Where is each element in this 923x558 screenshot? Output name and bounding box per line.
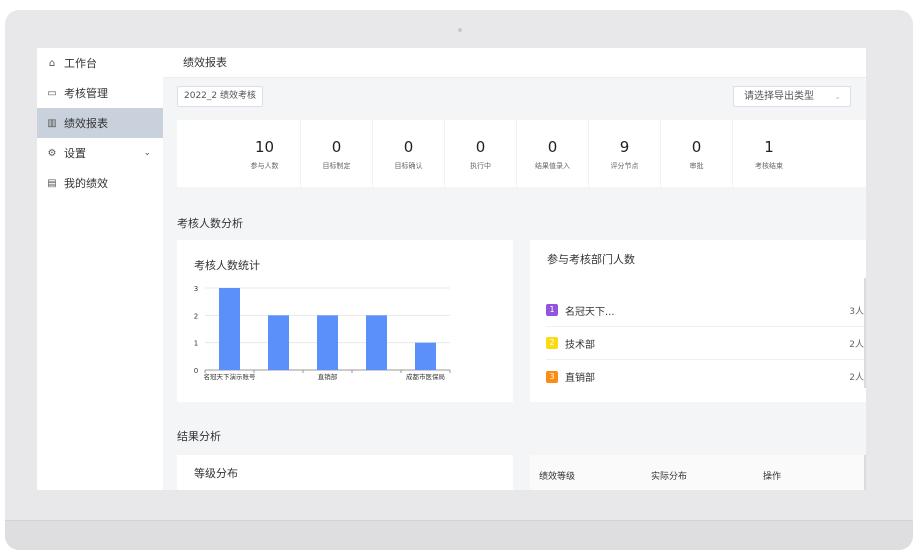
- sidebar-item-label: 考核管理: [64, 87, 108, 100]
- stat-value: 0: [691, 138, 702, 156]
- performance-icon: ▤: [47, 177, 57, 189]
- stat-label: 结果值录入: [535, 162, 570, 170]
- stat-label: 考核结束: [755, 162, 783, 170]
- grade-card-title: 等级分布: [194, 467, 238, 480]
- table-header-action: 操作: [763, 472, 782, 482]
- grade-distribution-card: 等级分布: [177, 455, 513, 490]
- list-item[interactable]: 1 名冠天下... 3人: [546, 294, 864, 327]
- sidebar-item-assessment[interactable]: ▭ 考核管理: [37, 78, 163, 108]
- list-item[interactable]: 2 技术部 2人: [546, 327, 864, 360]
- stat-participants[interactable]: 10 参与人数: [229, 120, 301, 187]
- scrollbar[interactable]: [864, 278, 866, 388]
- stat-label: 目标确认: [394, 162, 423, 170]
- app-screen: ⌂ 工作台 ▭ 考核管理 ▥ 绩效报表 ⚙ 设置 ⌄ ▤ 我的绩效 绩效报表 2…: [37, 48, 866, 490]
- sidebar-item-label: 绩效报表: [64, 117, 108, 130]
- analysis-section-title: 考核人数分析: [177, 217, 243, 230]
- dept-name: 技术部: [565, 339, 595, 351]
- stat-approval[interactable]: 0 审批: [661, 120, 733, 187]
- headcount-chart-card: 考核人数统计 0 1 2 3 名冠天下演示账号 直销部 成都市医保局: [177, 240, 513, 402]
- department-card: 参与考核部门人数 1 名冠天下... 3人 2 技术部 2人 3 直销部 2人: [530, 240, 866, 402]
- stat-label: 参与人数: [250, 162, 279, 170]
- y-tick-label: 0: [194, 367, 198, 375]
- chevron-down-icon: ⌄: [834, 92, 841, 101]
- results-table: 绩效等级 实际分布 操作: [530, 455, 866, 490]
- rank-badge: 3: [546, 370, 558, 383]
- bar: [366, 315, 387, 370]
- sidebar-item-settings[interactable]: ⚙ 设置 ⌄: [37, 138, 163, 168]
- sidebar-item-my-performance[interactable]: ▤ 我的绩效: [37, 168, 163, 198]
- x-tick-label: 直销部: [318, 372, 338, 381]
- stat-label: 审批: [689, 162, 704, 170]
- y-tick-label: 3: [194, 285, 198, 293]
- bar: [268, 315, 289, 370]
- rank-badge: 1: [546, 304, 558, 316]
- stat-value: 1: [764, 138, 774, 156]
- x-tick-label: 成都市医保局: [406, 372, 445, 381]
- x-tick-label: 名冠天下演示账号: [204, 372, 257, 381]
- chart-icon: ▥: [47, 117, 57, 129]
- stat-result-entry[interactable]: 0 结果值录入: [517, 120, 589, 187]
- bar: [219, 288, 240, 370]
- sidebar-item-label: 我的绩效: [64, 177, 108, 190]
- cycle-filter-button[interactable]: 2022_2 绩效考核: [177, 86, 263, 107]
- sidebar-item-report[interactable]: ▥ 绩效报表: [37, 108, 163, 138]
- dept-name: 直销部: [565, 373, 595, 384]
- sidebar-item-label: 设置: [64, 147, 86, 160]
- dept-count: 3人: [849, 306, 864, 317]
- stat-value: 0: [475, 138, 486, 156]
- stat-value: 0: [331, 138, 342, 156]
- y-tick-label: 2: [194, 312, 198, 320]
- sidebar: ⌂ 工作台 ▭ 考核管理 ▥ 绩效报表 ⚙ 设置 ⌄ ▤ 我的绩效: [37, 48, 163, 490]
- rank-badge: 2: [546, 337, 558, 349]
- list-item[interactable]: 3 直销部 2人: [546, 360, 864, 393]
- stat-value: 0: [403, 138, 414, 156]
- dept-name: 名冠天下...: [565, 306, 615, 318]
- stat-executing[interactable]: 0 执行中: [445, 120, 517, 187]
- stat-value: 9: [619, 138, 630, 156]
- stat-scoring[interactable]: 9 评分节点: [589, 120, 661, 187]
- export-placeholder: 请选择导出类型: [744, 91, 814, 102]
- main-content: 绩效报表 2022_2 绩效考核 请选择导出类型 ⌄ 10 参与人数 0 目标制…: [163, 48, 866, 490]
- gear-icon: ⚙: [47, 147, 57, 159]
- dept-count: 2人: [849, 373, 864, 383]
- stat-value: 10: [254, 138, 275, 156]
- dept-count: 2人: [849, 339, 864, 350]
- stat-value: 0: [547, 138, 558, 156]
- scrollbar[interactable]: [864, 455, 866, 490]
- camera-dot: [458, 28, 462, 32]
- sidebar-item-workbench[interactable]: ⌂ 工作台: [37, 48, 163, 78]
- dept-card-title: 参与考核部门人数: [547, 253, 635, 266]
- home-icon: ⌂: [48, 57, 56, 69]
- bar: [317, 315, 338, 370]
- results-section-title: 结果分析: [177, 430, 221, 443]
- export-type-select[interactable]: 请选择导出类型 ⌄: [733, 86, 851, 107]
- assessment-icon: ▭: [47, 87, 57, 99]
- sidebar-item-label: 工作台: [64, 57, 97, 70]
- chevron-down-icon[interactable]: ⌄: [143, 148, 151, 158]
- page-title: 绩效报表: [163, 48, 866, 78]
- table-header-distribution: 实际分布: [651, 472, 688, 482]
- laptop-base: [5, 520, 913, 550]
- stat-finished[interactable]: 1 考核结束: [733, 120, 805, 187]
- stat-label: 目标制定: [322, 162, 351, 170]
- bar-chart: 0 1 2 3 名冠天下演示账号 直销部 成都市医保局: [194, 285, 451, 381]
- stat-label: 执行中: [470, 162, 491, 170]
- stat-label: 评分节点: [610, 162, 639, 170]
- bar: [415, 342, 436, 370]
- table-header-grade: 绩效等级: [539, 472, 576, 482]
- y-tick-label: 1: [194, 340, 198, 348]
- stats-panel: 10 参与人数 0 目标制定 0 目标确认 0 执行中 0 结果值录入 9 评分…: [177, 120, 866, 187]
- stat-goal-setting[interactable]: 0 目标制定: [301, 120, 373, 187]
- stat-goal-confirm[interactable]: 0 目标确认: [373, 120, 445, 187]
